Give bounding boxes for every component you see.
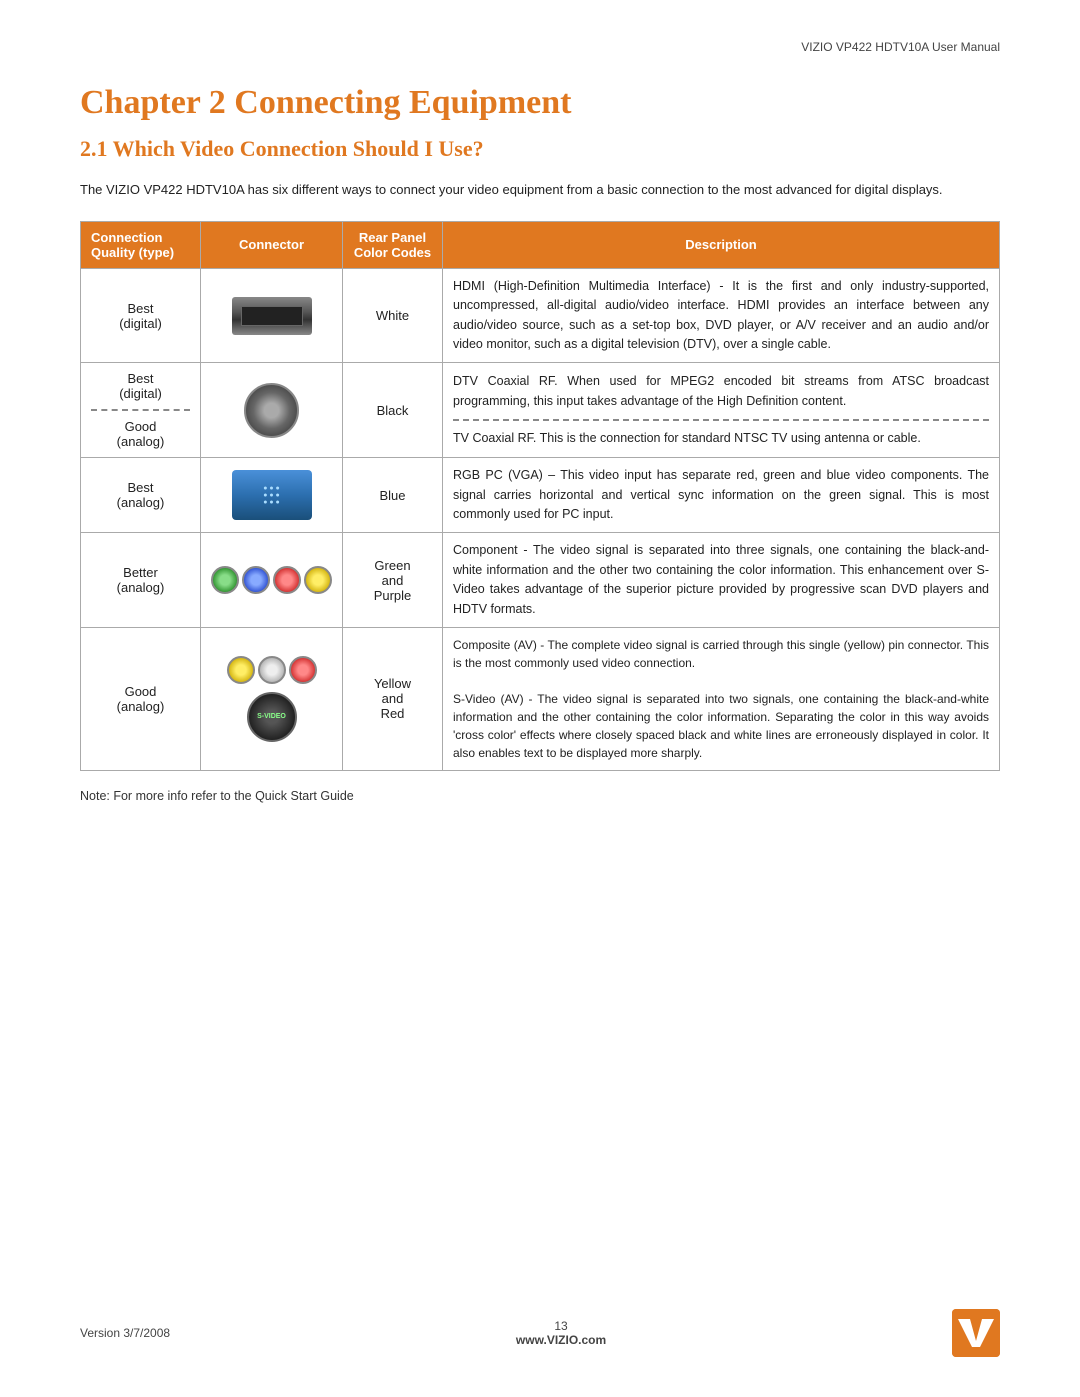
comp-yellow-jack xyxy=(227,656,255,684)
table-row: Good(analog) S-VIDEO xyxy=(81,627,1000,770)
website-url: www.VIZIO.com xyxy=(516,1333,606,1347)
page: VIZIO VP422 HDTV10A User Manual Chapter … xyxy=(0,0,1080,1397)
table-row: Better(analog) GreenandPurple Component … xyxy=(81,533,1000,628)
coax-connector-icon xyxy=(244,383,299,438)
page-header: VIZIO VP422 HDTV10A User Manual xyxy=(80,40,1000,54)
desc-cell-4: Component - The video signal is separate… xyxy=(443,533,1000,628)
yellow-jack-icon xyxy=(304,566,332,594)
green-jack-icon xyxy=(211,566,239,594)
connector-cell-2 xyxy=(201,363,343,458)
quality-cell-4: Better(analog) xyxy=(81,533,201,628)
desc-divider xyxy=(453,419,989,421)
header-quality: Connection Quality (type) xyxy=(81,221,201,268)
intro-paragraph: The VIZIO VP422 HDTV10A has six differen… xyxy=(80,180,1000,201)
page-number: 13 xyxy=(554,1319,567,1333)
quality-cell-2: Best(digital) Good(analog) xyxy=(81,363,201,458)
svideo-connector-icon: S-VIDEO xyxy=(247,692,297,742)
quality-cell-3: Best(analog) xyxy=(81,458,201,533)
table-row: Best(analog) Blue RGB PC (VGA) – This vi… xyxy=(81,458,1000,533)
desc-bottom-text: TV Coaxial RF. This is the connection fo… xyxy=(453,431,921,445)
comp-white-jack xyxy=(258,656,286,684)
manual-title: VIZIO VP422 HDTV10A User Manual xyxy=(801,40,1000,54)
connector-cell-5: S-VIDEO xyxy=(201,627,343,770)
color-cell-2: Black xyxy=(343,363,443,458)
connector-cell-3 xyxy=(201,458,343,533)
hdmi-connector-icon xyxy=(232,297,312,335)
section-title: 2.1 Which Video Connection Should I Use? xyxy=(80,136,1000,162)
color-cell-3: Blue xyxy=(343,458,443,533)
version-text: Version 3/7/2008 xyxy=(80,1326,170,1340)
color-cell-1: White xyxy=(343,268,443,363)
header-connector: Connector xyxy=(201,221,343,268)
connection-table: Connection Quality (type) Connector Rear… xyxy=(80,221,1000,771)
comp-red-jack xyxy=(289,656,317,684)
color-cell-4: GreenandPurple xyxy=(343,533,443,628)
header-description: Description xyxy=(443,221,1000,268)
note-text: Note: For more info refer to the Quick S… xyxy=(80,789,1000,803)
vizio-logo-svg xyxy=(952,1309,1000,1357)
component-connectors-icon xyxy=(211,566,332,594)
vizio-logo xyxy=(952,1309,1000,1357)
quality-cell-5: Good(analog) xyxy=(81,627,201,770)
blue-jack-icon xyxy=(242,566,270,594)
desc-cell-1: HDMI (High-Definition Multimedia Interfa… xyxy=(443,268,1000,363)
connector-cell-4 xyxy=(201,533,343,628)
connector-cell-1 xyxy=(201,268,343,363)
quality-divider xyxy=(91,409,190,411)
chapter-title: Chapter 2 Connecting Equipment xyxy=(80,84,1000,122)
color-cell-5: YellowandRed xyxy=(343,627,443,770)
table-row: Best(digital) Good(analog) Black DTV Coa… xyxy=(81,363,1000,458)
composite-connectors-icon xyxy=(227,656,317,684)
red-jack-icon xyxy=(273,566,301,594)
footer-center: 13 www.VIZIO.com xyxy=(516,1319,606,1347)
vga-connector-icon xyxy=(232,470,312,520)
desc-cell-3: RGB PC (VGA) – This video input has sepa… xyxy=(443,458,1000,533)
table-header-row: Connection Quality (type) Connector Rear… xyxy=(81,221,1000,268)
header-color: Rear Panel Color Codes xyxy=(343,221,443,268)
desc-cell-2: DTV Coaxial RF. When used for MPEG2 enco… xyxy=(443,363,1000,458)
desc-cell-5: Composite (AV) - The complete video sign… xyxy=(443,627,1000,770)
footer: Version 3/7/2008 13 www.VIZIO.com xyxy=(80,1309,1000,1357)
table-row: Best(digital) White HDMI (High-Definitio… xyxy=(81,268,1000,363)
quality-cell-1: Best(digital) xyxy=(81,268,201,363)
desc-top-text: DTV Coaxial RF. When used for MPEG2 enco… xyxy=(453,374,989,407)
